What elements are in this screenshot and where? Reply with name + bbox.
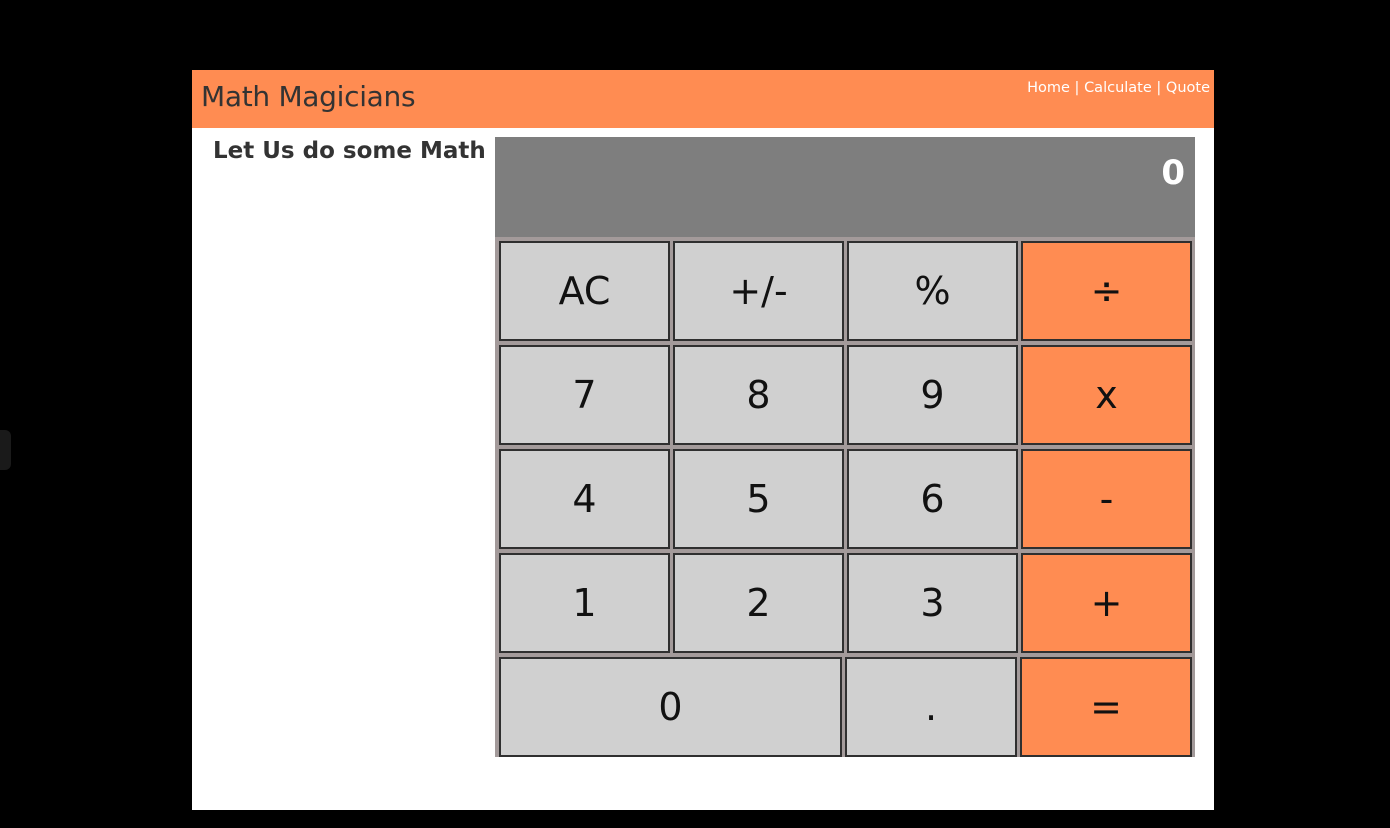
ac-button[interactable]: AC: [499, 241, 670, 341]
subtract-button[interactable]: -: [1021, 449, 1192, 549]
multiply-button[interactable]: x: [1021, 345, 1192, 445]
digit-6-button[interactable]: 6: [847, 449, 1018, 549]
nav-link-home[interactable]: Home: [1027, 80, 1070, 96]
digit-2-button[interactable]: 2: [673, 553, 844, 653]
digit-5-button[interactable]: 5: [673, 449, 844, 549]
brand-title: Math Magicians: [201, 80, 416, 113]
decimal-button[interactable]: .: [845, 657, 1017, 757]
nav-link-quote[interactable]: Quote: [1166, 80, 1210, 96]
nav-link-calculate[interactable]: Calculate: [1084, 80, 1152, 96]
sign-toggle-button[interactable]: +/-: [673, 241, 844, 341]
nav-links: Home | Calculate | Quote: [1027, 80, 1210, 96]
calculator: 0 AC +/- % ÷ 7 8 9 x 4 5 6 - 1 2 3 + 0 .…: [495, 137, 1195, 757]
add-button[interactable]: +: [1021, 553, 1192, 653]
app-container: Math Magicians Home | Calculate | Quote …: [192, 70, 1214, 810]
navbar: Math Magicians Home | Calculate | Quote: [192, 70, 1214, 128]
nav-separator: |: [1069, 80, 1085, 96]
digit-3-button[interactable]: 3: [847, 553, 1018, 653]
digit-9-button[interactable]: 9: [847, 345, 1018, 445]
equals-button[interactable]: =: [1020, 657, 1192, 757]
percent-button[interactable]: %: [847, 241, 1018, 341]
digit-0-button[interactable]: 0: [499, 657, 842, 757]
side-tab-handle[interactable]: [0, 430, 11, 470]
digit-7-button[interactable]: 7: [499, 345, 670, 445]
digit-4-button[interactable]: 4: [499, 449, 670, 549]
divide-button[interactable]: ÷: [1021, 241, 1192, 341]
calculator-display: 0: [495, 137, 1195, 237]
intro-heading: Let Us do some Math: [213, 138, 486, 164]
nav-separator: |: [1151, 80, 1166, 96]
display-value: 0: [1161, 153, 1185, 193]
digit-8-button[interactable]: 8: [673, 345, 844, 445]
digit-1-button[interactable]: 1: [499, 553, 670, 653]
